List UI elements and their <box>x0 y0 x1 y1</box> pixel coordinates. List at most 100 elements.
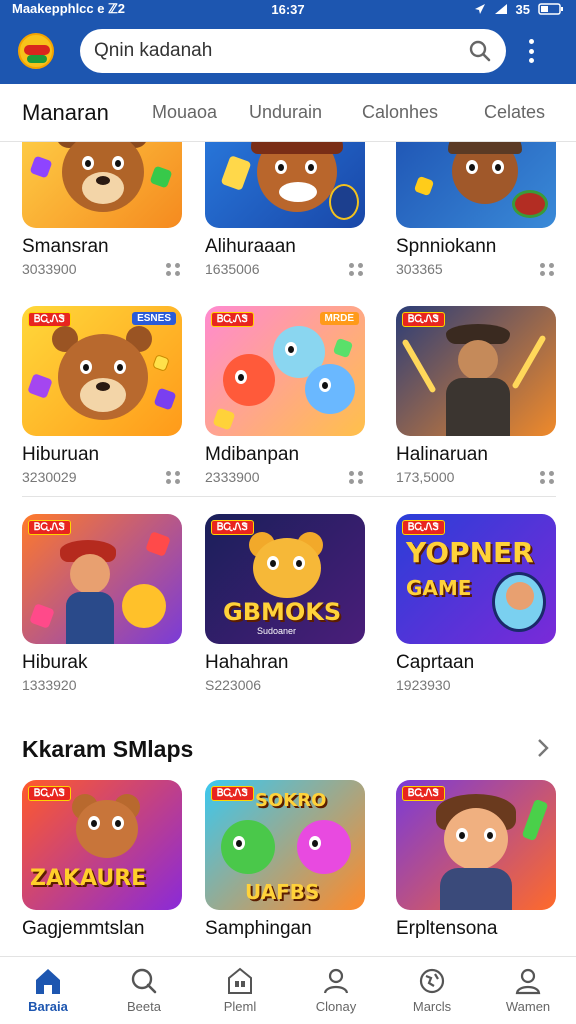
app-card[interactable]: ᏴᏩᏁᏕ GBMOKS Sudoaner Hahahran S223006 <box>205 514 365 693</box>
more-options-icon[interactable] <box>540 263 556 276</box>
more-options-icon[interactable] <box>349 471 365 484</box>
more-options-icon[interactable] <box>349 263 365 276</box>
app-thumbnail[interactable]: ᏴᏩᏁᏕ GBMOKS Sudoaner <box>205 514 365 644</box>
clock: 16:37 <box>271 1 305 17</box>
app-meta: 2333900 <box>205 469 260 485</box>
new-badge: ᏴᏩᏁᏕ <box>211 786 254 801</box>
nav-profile[interactable]: Wamen <box>480 957 576 1024</box>
app-thumbnail[interactable]: ᏴᏩᏁᏕ <box>396 306 556 436</box>
app-meta: 3230029 <box>22 469 77 485</box>
app-thumbnail[interactable]: ᏴᏩᏁᏕ ZAKAURE <box>22 780 182 910</box>
search-input[interactable]: Qnin kadanah <box>94 40 468 62</box>
app-meta: 1635006 <box>205 261 260 277</box>
app-thumbnail[interactable] <box>396 142 556 228</box>
app-title: Mdibanpan <box>205 444 300 465</box>
app-art-subtitle: Sudoaner <box>257 626 297 636</box>
nav-globe-label: Marcls <box>412 999 452 1014</box>
app-card[interactable]: ᏴᏩᏁᏕ YOPNER GAME Caprtaan 1923930 <box>396 514 556 693</box>
app-card[interactable]: ᏴᏩᏁᏕ Halinaruan 173,5000 <box>396 306 556 485</box>
app-art-title: ZAKAURE <box>30 866 147 891</box>
new-badge: ᏴᏩᏁᏕ <box>211 312 254 327</box>
row-divider <box>22 496 556 497</box>
app-thumbnail[interactable]: ᏴᏩᏁᏕ <box>22 514 182 644</box>
app-meta: 173,5000 <box>396 469 455 485</box>
new-badge: ᏴᏩᏁᏕ <box>28 520 71 535</box>
app-card[interactable]: ᏴᏩᏁᏕ SOKRO UAFBS Samphingan <box>205 780 365 940</box>
more-menu-icon[interactable] <box>526 39 536 63</box>
more-options-icon[interactable] <box>540 471 556 484</box>
app-title: Hiburak <box>22 652 88 673</box>
more-options-icon[interactable] <box>166 471 182 484</box>
nav-home-label: Baraia <box>28 999 68 1014</box>
search-bar[interactable]: Qnin kadanah <box>80 29 506 73</box>
tab-undurain[interactable]: Undurain <box>249 102 322 123</box>
app-title: Gagjemmtslan <box>22 918 145 939</box>
app-card[interactable]: ᏴᏩᏁᏕ Erpltensona <box>396 780 556 940</box>
app-card[interactable]: ᏴᏩᏁᏕ ZAKAURE Gagjemmtslan <box>22 780 182 940</box>
section-title: Kkaram SMlaps <box>22 736 194 762</box>
nav-search[interactable]: Beeta <box>96 957 192 1024</box>
globe-icon <box>419 968 445 994</box>
app-thumbnail[interactable] <box>205 142 365 228</box>
app-thumbnail[interactable]: ᏴᏩᏁᏕ MRDE <box>205 306 365 436</box>
app-thumbnail[interactable] <box>22 142 182 228</box>
app-title: Hiburuan <box>22 444 100 465</box>
app-art-title: YOPNER <box>406 536 534 569</box>
app-card[interactable]: Alihuraaan 1635006 <box>205 142 365 277</box>
new-badge: ᏴᏩᏁᏕ <box>28 312 71 327</box>
bottom-navigation: Baraia Beeta Pleml Clonay Marcls Wamen <box>0 956 576 1024</box>
app-art-subtitle: UAFBS <box>245 880 320 904</box>
app-art-title: GBMOKS <box>223 598 342 626</box>
app-card[interactable]: Smansran 3033900 <box>22 142 182 277</box>
app-thumbnail[interactable]: ᏴᏩᏁᏕ ESNES <box>22 306 182 436</box>
app-art-title: SOKRO <box>255 790 327 811</box>
app-card[interactable]: ᏴᏩᏁᏕ ESNES Hiburuan 3230029 <box>22 306 182 485</box>
nav-store-label: Pleml <box>223 999 257 1014</box>
app-title: Caprtaan <box>396 652 475 673</box>
tab-mouaoa[interactable]: Mouaoa <box>152 102 217 123</box>
app-thumbnail[interactable]: ᏴᏩᏁᏕ SOKRO UAFBS <box>205 780 365 910</box>
new-badge: ᏴᏩᏁᏕ <box>211 520 254 535</box>
tab-calonhes[interactable]: Calonhes <box>362 102 438 123</box>
promo-badge: ESNES <box>132 312 176 325</box>
nav-search-label: Beeta <box>127 999 161 1014</box>
promo-badge: MRDE <box>319 312 359 325</box>
tab-celates[interactable]: Celates <box>484 102 545 123</box>
new-badge: ᏴᏩᏁᏕ <box>402 786 445 801</box>
app-logo[interactable] <box>18 33 54 69</box>
app-card[interactable]: Spnniokann 303365 <box>396 142 556 277</box>
app-art-subtitle: GAME <box>406 576 472 600</box>
app-title: Erpltensona <box>396 918 498 939</box>
nav-store[interactable]: Pleml <box>192 957 288 1024</box>
app-card[interactable]: ᏴᏩᏁᏕ MRDE Mdibanpan 2333900 <box>205 306 365 485</box>
nav-home[interactable]: Baraia <box>0 957 96 1024</box>
home-icon <box>36 969 60 994</box>
nav-person[interactable]: Clonay <box>288 957 384 1024</box>
app-title: Halinaruan <box>396 444 488 465</box>
app-meta: S223006 <box>205 677 262 693</box>
nav-person-label: Clonay <box>315 999 357 1014</box>
app-meta: 3033900 <box>22 261 77 277</box>
app-meta: 1923930 <box>396 677 451 693</box>
app-grid: Smansran 3033900 Alihuraaan 1635006 Spnn… <box>0 142 576 956</box>
app-title: Hahahran <box>205 652 289 673</box>
app-title: Samphingan <box>205 918 312 939</box>
profile-icon <box>515 968 541 995</box>
store-icon <box>228 967 252 994</box>
person-icon <box>323 968 349 994</box>
search-icon[interactable] <box>468 39 492 63</box>
app-card[interactable]: ᏴᏩᏁᏕ Hiburak 1333920 <box>22 514 182 693</box>
chevron-right-icon[interactable] <box>536 738 550 758</box>
search-icon <box>131 968 157 994</box>
app-meta: 1333920 <box>22 677 77 693</box>
new-badge: ᏴᏩᏁᏕ <box>402 520 445 535</box>
app-thumbnail[interactable]: ᏴᏩᏁᏕ YOPNER GAME <box>396 514 556 644</box>
app-meta: 303365 <box>396 261 443 277</box>
app-title: Alihuraaan <box>205 236 296 257</box>
app-title: Smansran <box>22 236 109 257</box>
more-options-icon[interactable] <box>166 263 182 276</box>
tab-manaran[interactable]: Manaran <box>22 100 109 126</box>
app-thumbnail[interactable]: ᏴᏩᏁᏕ <box>396 780 556 910</box>
new-badge: ᏴᏩᏁᏕ <box>402 312 445 327</box>
nav-globe[interactable]: Marcls <box>384 957 480 1024</box>
